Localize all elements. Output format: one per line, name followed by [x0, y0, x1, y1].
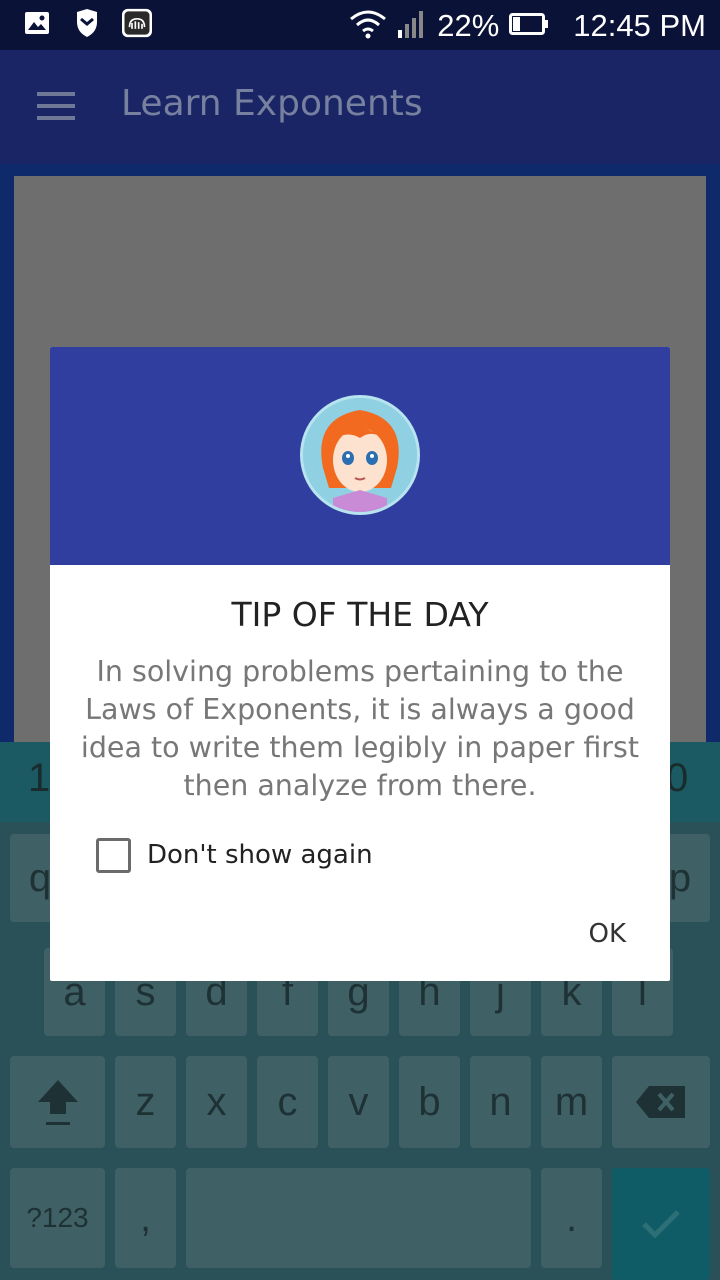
key-m[interactable]: m — [541, 1056, 602, 1148]
checkmark-icon — [642, 1210, 680, 1239]
dialog-message: In solving problems pertaining to the La… — [80, 655, 640, 802]
space-key[interactable] — [186, 1168, 531, 1268]
key-x[interactable]: x — [186, 1056, 247, 1148]
soundcloud-icon — [122, 8, 152, 38]
shift-key[interactable] — [10, 1056, 105, 1148]
dont-show-again-row[interactable]: Don't show again — [96, 837, 373, 873]
tip-of-day-dialog: TIP OF THE DAY In solving problems perta… — [50, 347, 670, 981]
avatar — [300, 395, 420, 515]
clock: 12:45 PM — [573, 8, 706, 43]
hamburger-menu-icon[interactable] — [30, 86, 82, 126]
dont-show-again-label[interactable]: Don't show again — [147, 840, 373, 870]
key-1[interactable]: 1 — [28, 756, 50, 801]
app-bar: Learn Exponents — [0, 50, 720, 164]
comma-key[interactable]: , — [115, 1168, 176, 1268]
dont-show-again-checkbox[interactable] — [96, 837, 131, 873]
key-z[interactable]: z — [115, 1056, 176, 1148]
symbols-key[interactable]: ?123 — [10, 1168, 105, 1268]
gallery-icon — [22, 8, 52, 38]
battery-icon — [509, 13, 549, 39]
backspace-key[interactable] — [612, 1056, 710, 1148]
key-c[interactable]: c — [257, 1056, 318, 1148]
enter-key[interactable] — [612, 1168, 710, 1280]
period-key[interactable]: . — [541, 1168, 602, 1268]
dialog-title: TIP OF THE DAY — [231, 595, 489, 634]
dialog-header — [50, 347, 670, 565]
shield-icon — [72, 8, 102, 38]
key-b[interactable]: b — [399, 1056, 460, 1148]
key-v[interactable]: v — [328, 1056, 389, 1148]
signal-icon — [397, 10, 427, 42]
battery-percent: 22% — [437, 8, 500, 43]
shift-icon — [37, 1080, 78, 1125]
app-title: Learn Exponents — [121, 83, 423, 124]
ok-button[interactable]: OK — [582, 915, 632, 953]
wifi-icon — [349, 9, 387, 43]
key-n[interactable]: n — [470, 1056, 531, 1148]
backspace-icon — [636, 1086, 685, 1118]
status-bar: 22% 12:45 PM — [0, 0, 720, 50]
